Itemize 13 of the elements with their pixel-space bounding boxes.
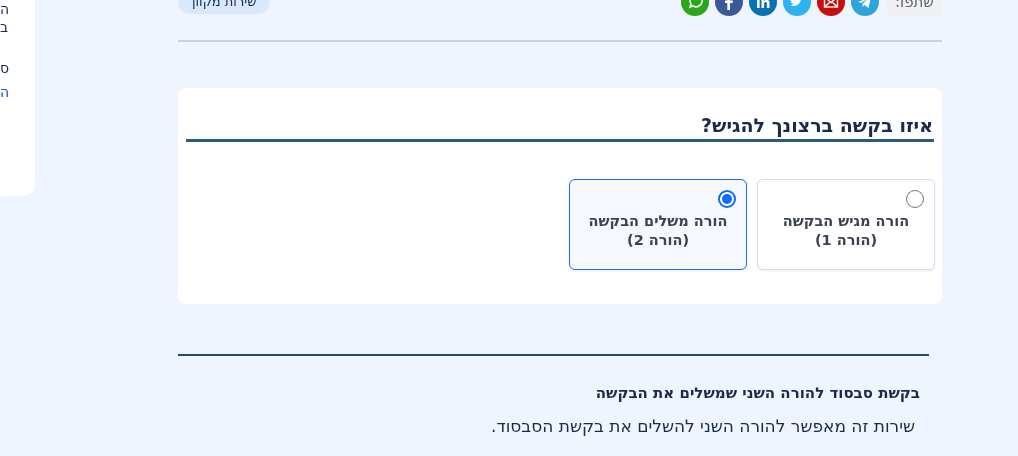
option-label: הורה מגיש הבקשה (הורה 1) [782,212,910,250]
option-card[interactable]: הורה מגיש הבקשה (הורה 1) [757,179,935,270]
radio-button[interactable] [718,190,736,208]
radio-button[interactable] [906,190,924,208]
question-title: איזו בקשה ברצונך להגיש? [699,113,934,138]
option-card[interactable]: הורה משלים הבקשה (הורה 2) [569,179,747,270]
sidebar-text: ס [0,59,10,77]
option-label: הורה משלים הבקשה (הורה 2) [588,212,728,250]
sidebar-text: ב [0,18,9,36]
sidebar-link[interactable]: ה [0,83,10,101]
sidebar-text: ה [0,0,10,18]
service-description: שירות זה מאפשר להורה השני להשלים את בקשת הסבסוד. [490,415,915,437]
service-title: בקשת סבסוד להורה השני שמשלים את הבקשה [594,383,920,403]
